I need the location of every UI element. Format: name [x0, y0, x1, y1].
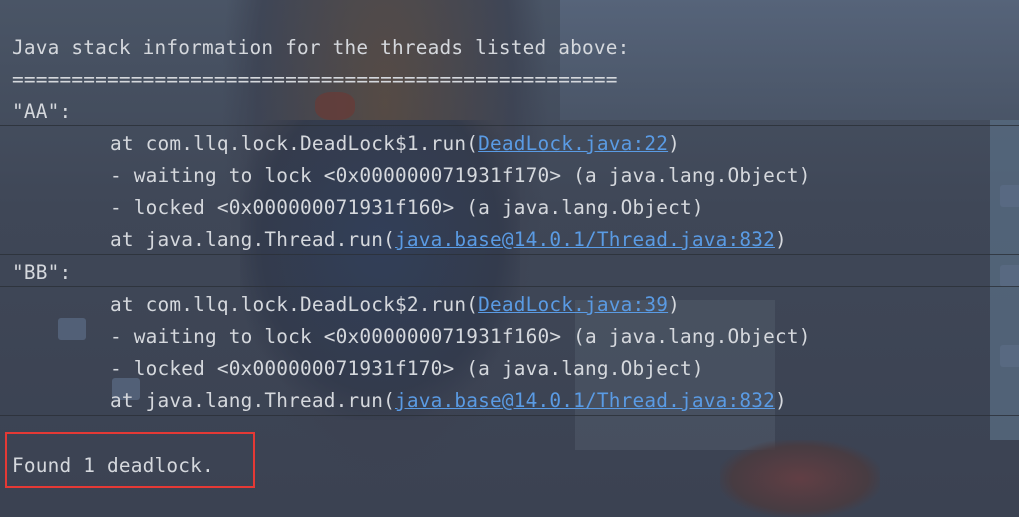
frame-suffix: ) — [668, 132, 680, 155]
stack-frame: - locked <0x000000071931f160> (a java.la… — [110, 196, 704, 219]
stack-frame: at com.llq.lock.DeadLock$1.run(DeadLock.… — [110, 128, 680, 160]
source-link[interactable]: DeadLock.java:39 — [478, 293, 668, 316]
separator-line: ========================================… — [12, 68, 618, 91]
row-divider — [0, 415, 1019, 416]
frame-prefix: at java.lang.Thread.run( — [110, 228, 395, 251]
row-divider — [0, 125, 1019, 126]
stack-frame: at java.lang.Thread.run(java.base@14.0.1… — [110, 385, 787, 417]
stack-frame: at java.lang.Thread.run(java.base@14.0.1… — [110, 224, 787, 256]
thread-name-aa: "AA": — [12, 100, 72, 123]
frame-prefix: at java.lang.Thread.run( — [110, 389, 395, 412]
source-link[interactable]: java.base@14.0.1/Thread.java:832 — [395, 389, 775, 412]
frame-suffix: ) — [774, 389, 787, 412]
thread-name-bb: "BB": — [12, 261, 72, 284]
stack-frame: - waiting to lock <0x000000071931f170> (… — [110, 164, 811, 187]
stack-frame: - locked <0x000000071931f170> (a java.la… — [110, 357, 704, 380]
stack-frame: at com.llq.lock.DeadLock$2.run(DeadLock.… — [110, 289, 680, 321]
row-divider — [0, 254, 1019, 255]
stack-frame: - waiting to lock <0x000000071931f160> (… — [110, 325, 811, 348]
row-divider — [0, 286, 1019, 287]
source-link[interactable]: java.base@14.0.1/Thread.java:832 — [395, 228, 775, 251]
frame-suffix: ) — [774, 228, 787, 251]
source-link[interactable]: DeadLock.java:22 — [478, 132, 668, 155]
frame-suffix: ) — [668, 293, 680, 316]
frame-prefix: at com.llq.lock.DeadLock$2.run( — [110, 293, 479, 316]
console-output: Java stack information for the threads l… — [0, 0, 1019, 517]
highlight-box — [5, 432, 255, 488]
frame-prefix: at com.llq.lock.DeadLock$1.run( — [110, 132, 479, 155]
stack-header: Java stack information for the threads l… — [12, 36, 630, 59]
